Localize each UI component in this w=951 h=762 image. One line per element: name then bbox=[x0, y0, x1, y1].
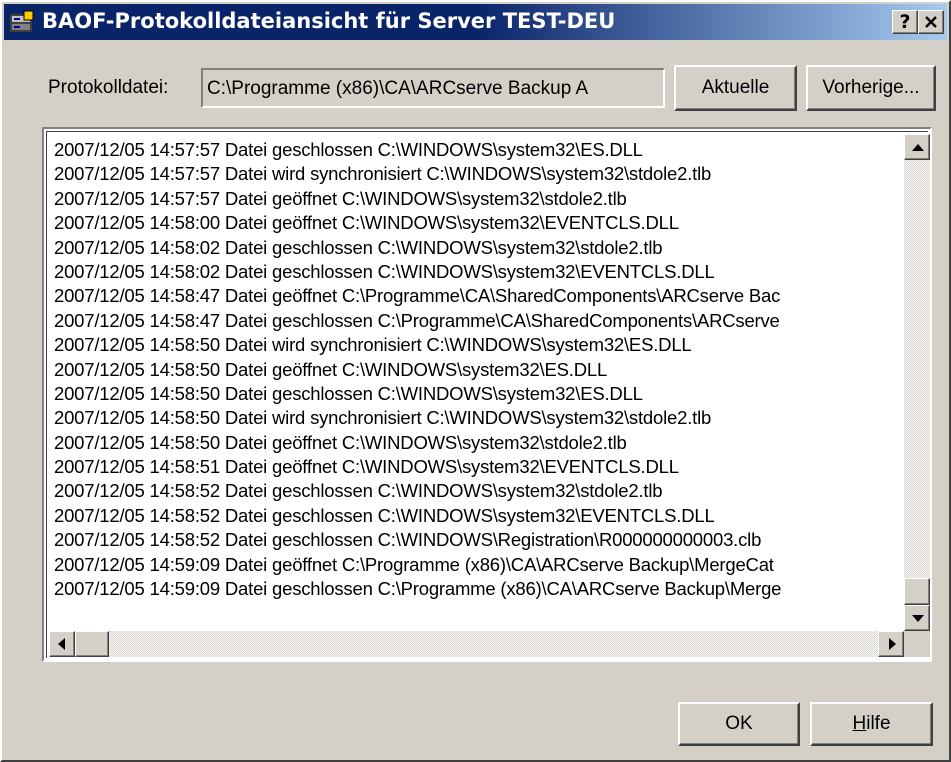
list-item[interactable]: 2007/12/05 14:58:50 Datei geöffnet C:\WI… bbox=[54, 431, 902, 455]
list-item[interactable]: 2007/12/05 14:58:51 Datei geöffnet C:\WI… bbox=[54, 455, 902, 479]
title-bar[interactable]: BAOF-Protokolldateiansicht für Server TE… bbox=[4, 4, 947, 40]
horizontal-scroll-thumb[interactable] bbox=[75, 631, 109, 657]
vertical-scrollbar[interactable] bbox=[904, 134, 930, 631]
previous-button[interactable]: Vorherige... bbox=[806, 65, 936, 111]
log-viewer-dialog: BAOF-Protokolldateiansicht für Server TE… bbox=[0, 0, 951, 762]
current-button[interactable]: Aktuelle bbox=[674, 65, 797, 111]
list-item[interactable]: 2007/12/05 14:58:00 Datei geöffnet C:\WI… bbox=[54, 211, 902, 235]
list-item[interactable]: 2007/12/05 14:58:50 Datei geöffnet C:\WI… bbox=[54, 358, 902, 382]
window-title: BAOF-Protokolldateiansicht für Server TE… bbox=[42, 9, 616, 33]
list-item[interactable]: 2007/12/05 14:57:57 Datei geöffnet C:\WI… bbox=[54, 187, 902, 211]
list-item[interactable]: 2007/12/05 14:57:57 Datei wird synchroni… bbox=[54, 162, 902, 186]
help-button-hotkey: H bbox=[852, 713, 867, 734]
file-path-field[interactable]: C:\Programme (x86)\CA\ARCserve Backup A bbox=[201, 68, 665, 108]
vertical-scroll-thumb[interactable] bbox=[904, 578, 930, 605]
log-lines: 2007/12/05 14:57:57 Datei geschlossen C:… bbox=[54, 138, 902, 634]
list-item[interactable]: 2007/12/05 14:59:09 Datei geschlossen C:… bbox=[54, 577, 902, 601]
list-item[interactable]: 2007/12/05 14:58:50 Datei wird synchroni… bbox=[54, 406, 902, 430]
app-icon bbox=[10, 10, 34, 32]
list-item[interactable]: 2007/12/05 14:57:57 Datei geschlossen C:… bbox=[54, 138, 902, 162]
help-button-label: ilfe bbox=[866, 713, 891, 734]
help-button[interactable]: Hilfe bbox=[810, 702, 933, 746]
list-item[interactable]: 2007/12/05 14:58:47 Datei geschlossen C:… bbox=[54, 309, 902, 333]
close-icon[interactable] bbox=[918, 10, 944, 34]
list-item[interactable]: 2007/12/05 14:58:50 Datei geschlossen C:… bbox=[54, 382, 902, 406]
list-item[interactable]: 2007/12/05 14:58:50 Datei wird synchroni… bbox=[54, 333, 902, 357]
log-listbox[interactable]: 2007/12/05 14:57:57 Datei geschlossen C:… bbox=[42, 127, 932, 662]
scroll-left-icon[interactable] bbox=[49, 631, 75, 657]
list-item[interactable]: 2007/12/05 14:58:52 Datei geschlossen C:… bbox=[54, 479, 902, 503]
list-item[interactable]: 2007/12/05 14:59:09 Datei geöffnet C:\Pr… bbox=[54, 553, 902, 577]
list-item[interactable]: 2007/12/05 14:58:52 Datei geschlossen C:… bbox=[54, 528, 902, 552]
log-listbox-frame: 2007/12/05 14:57:57 Datei geschlossen C:… bbox=[46, 131, 930, 658]
scroll-up-icon[interactable] bbox=[904, 134, 930, 160]
list-item[interactable]: 2007/12/05 14:58:02 Datei geschlossen C:… bbox=[54, 260, 902, 284]
scroll-down-icon[interactable] bbox=[904, 605, 930, 631]
help-icon[interactable]: ? bbox=[892, 10, 918, 34]
scroll-right-icon[interactable] bbox=[878, 631, 904, 657]
file-label: Protokolldatei: bbox=[48, 77, 169, 98]
list-item[interactable]: 2007/12/05 14:58:52 Datei geschlossen C:… bbox=[54, 504, 902, 528]
scrollbar-corner bbox=[904, 631, 930, 657]
list-item[interactable]: 2007/12/05 14:58:02 Datei geschlossen C:… bbox=[54, 236, 902, 260]
list-item[interactable]: 2007/12/05 14:58:47 Datei geöffnet C:\Pr… bbox=[54, 284, 902, 308]
horizontal-scrollbar[interactable] bbox=[49, 631, 904, 657]
ok-button[interactable]: OK bbox=[678, 702, 800, 746]
